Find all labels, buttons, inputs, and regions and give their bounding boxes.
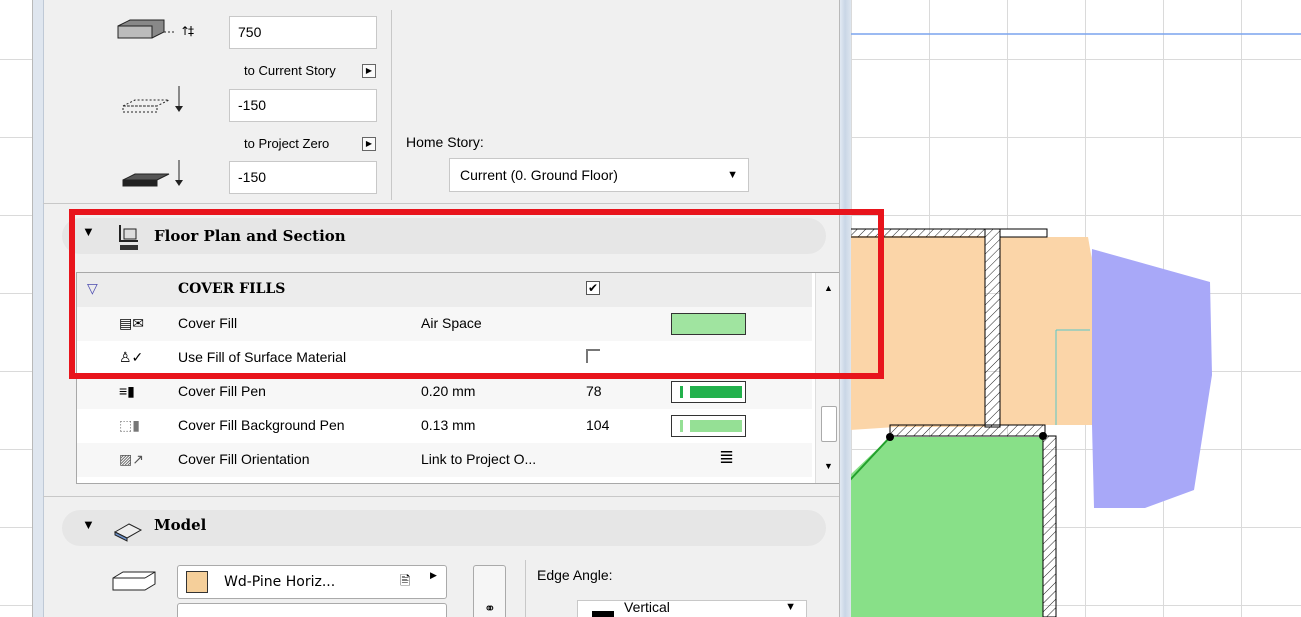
chevron-down-icon: ▼	[727, 169, 738, 181]
material-color-swatch	[186, 571, 208, 593]
orientation-icon: ▨↗	[119, 451, 144, 467]
to-current-story-label: to Current Story	[244, 63, 336, 78]
cover-fill-orientation-label: Cover Fill Orientation	[178, 451, 310, 467]
wall-horizontal-mid	[889, 424, 1046, 437]
highlight-rectangle	[69, 209, 884, 379]
cover-fill-pen-label: Cover Fill Pen	[178, 383, 266, 399]
top-elevation-field[interactable]: 750	[229, 16, 377, 49]
cover-fill-bg-pen-swatch[interactable]	[671, 415, 746, 437]
svg-text:‡: ‡	[188, 24, 194, 38]
material-arrow-icon: ▶	[430, 570, 437, 580]
material-name: Wd-Pine Horiz...	[224, 574, 336, 590]
panel-left-strip	[33, 0, 44, 617]
edge-vertical-icon	[592, 611, 614, 617]
vertex-dot-right	[1039, 432, 1047, 440]
wall-top-right	[999, 228, 1048, 238]
home-story-value: Current (0. Ground Floor)	[460, 167, 618, 183]
bg-pen-icon: ⬚▮	[119, 417, 140, 433]
current-story-arrow-button[interactable]: ▶	[362, 64, 376, 78]
edge-angle-label: Edge Angle:	[537, 567, 613, 583]
cover-fill-bg-pen-value: 0.13 mm	[421, 417, 476, 433]
edge-angle-value: Vertical	[624, 599, 670, 615]
cover-fill-orientation-row[interactable]: ▨↗ Cover Fill Orientation Link to Projec…	[77, 443, 812, 477]
green-fill-zone	[850, 437, 1043, 617]
cover-fill-pen-row[interactable]: ≡▮ Cover Fill Pen 0.20 mm 78	[77, 375, 812, 409]
orange-fill-zone-right	[1000, 237, 1092, 425]
chain-link-icon: ⚭	[484, 600, 496, 616]
project-zero-arrow-button[interactable]: ▶	[362, 137, 376, 151]
cover-fill-bg-pen-number: 104	[586, 417, 610, 433]
cover-fill-orientation-value: Link to Project O...	[421, 451, 537, 467]
top-material-picker[interactable]: Wd-Pine Horiz... 🖹 ▶	[177, 565, 447, 599]
orientation-hatch-icon: ≣	[719, 447, 735, 467]
wall-vertical-right	[1042, 435, 1057, 617]
cover-fill-bg-pen-row[interactable]: ⬚▮ Cover Fill Background Pen 0.13 mm 104	[77, 409, 812, 443]
model-section-title: Model	[154, 516, 207, 534]
slab-reference-icon	[122, 86, 183, 113]
side-material-picker[interactable]	[177, 603, 447, 617]
cover-fill-pen-swatch[interactable]	[671, 381, 746, 403]
wall-vertical-center	[984, 228, 1001, 428]
bottom-elevation-field[interactable]: -150	[229, 161, 377, 194]
link-materials-button[interactable]: ⚭	[473, 565, 506, 617]
model-icon	[113, 523, 143, 542]
cover-fill-pen-number: 78	[586, 383, 602, 399]
section-divider-2	[43, 496, 839, 497]
slab-top-surface-icon	[112, 571, 156, 591]
model-collapse-triangle-icon[interactable]: ▼	[82, 517, 95, 532]
scroll-down-icon[interactable]: ▼	[824, 461, 833, 471]
edge-chevron-down-icon: ▼	[785, 601, 796, 613]
pen-icon: ≡▮	[119, 383, 135, 399]
material-settings-icon: 🖹	[400, 573, 411, 588]
divider-vertical	[391, 10, 392, 200]
to-project-zero-label: to Project Zero	[244, 136, 330, 151]
slab-bottom-elevation-icon	[122, 160, 183, 187]
slab-top-elevation-icon: ↑ ‡	[117, 19, 194, 39]
scroll-thumb[interactable]	[821, 406, 837, 442]
section-divider	[43, 203, 839, 204]
edge-angle-dropdown[interactable]: Vertical ▼	[577, 599, 807, 617]
vertex-dot-left	[886, 433, 894, 441]
offset-elevation-field[interactable]: -150	[229, 89, 377, 122]
home-story-dropdown[interactable]: Current (0. Ground Floor) ▼	[449, 158, 749, 192]
cover-fill-pen-value: 0.20 mm	[421, 383, 476, 399]
divider-vertical-2	[525, 560, 526, 617]
home-story-label: Home Story:	[406, 134, 484, 150]
cover-fill-bg-pen-label: Cover Fill Background Pen	[178, 417, 345, 433]
